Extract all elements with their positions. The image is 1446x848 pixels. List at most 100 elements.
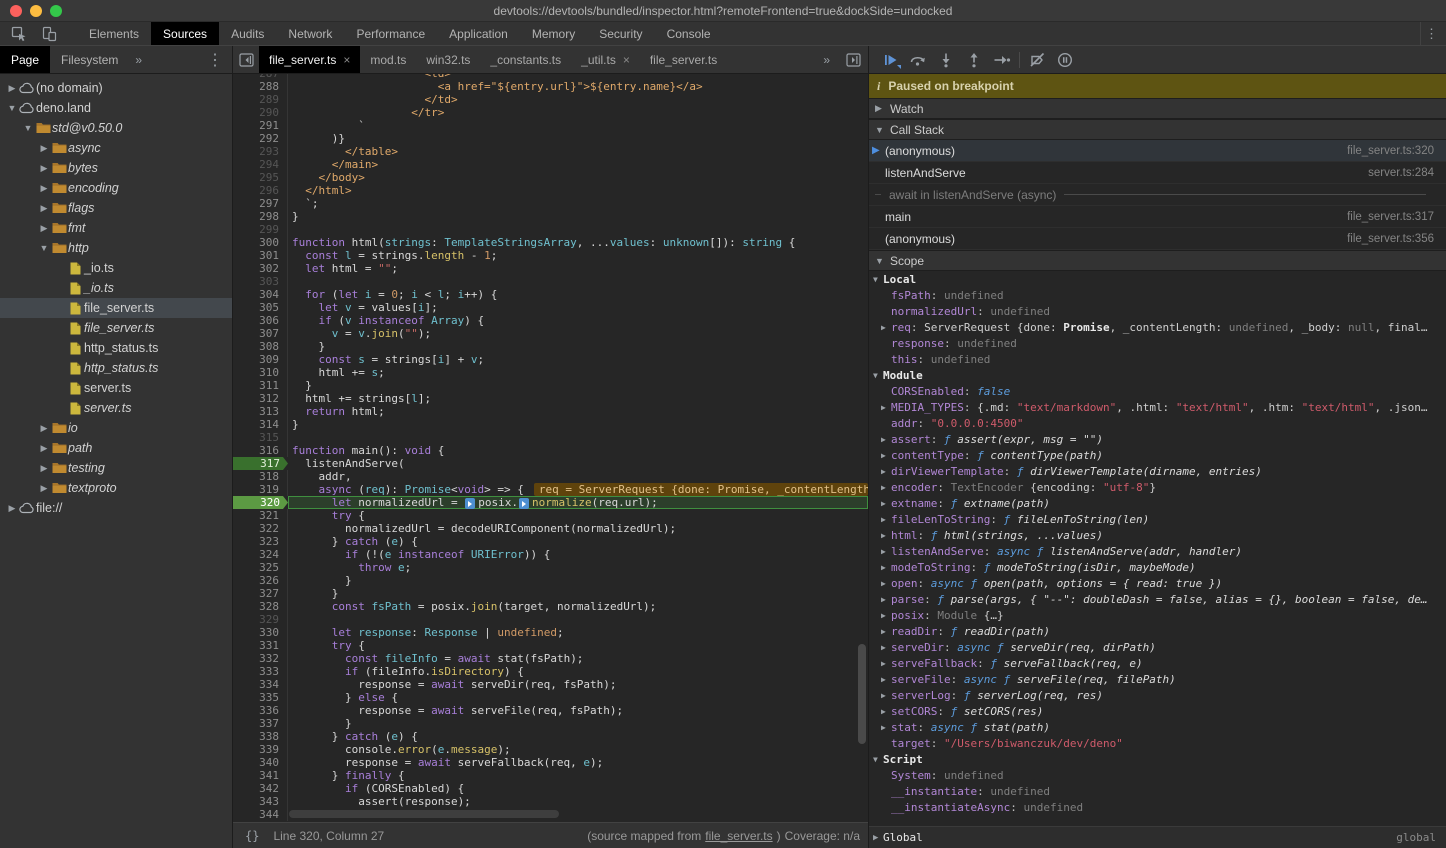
line-number[interactable]: 331	[233, 639, 288, 652]
chevron-right-icon[interactable]: ▶	[881, 483, 891, 492]
chevron-right-icon[interactable]: ▶	[881, 547, 891, 556]
code-line-288[interactable]: 288 <a href="${entry.url}">${entry.name}…	[233, 80, 868, 93]
scope-var-system[interactable]: System: undefined	[869, 767, 1446, 783]
scope-var-contenttype[interactable]: ▶contentType: ƒ contentType(path)	[869, 447, 1446, 463]
tab-network[interactable]: Network	[276, 22, 344, 45]
line-number[interactable]: 288	[233, 80, 288, 93]
kebab-menu-icon[interactable]: ⋮	[1420, 22, 1442, 45]
tree-item--no-domain-[interactable]: ▶(no domain)	[0, 78, 232, 98]
scope-section-script[interactable]: ▼Script	[869, 751, 1446, 767]
editor-horizontal-scrollbar[interactable]	[289, 810, 559, 818]
tree-item-path[interactable]: ▶path	[0, 438, 232, 458]
scope-var-extname[interactable]: ▶extname: ƒ extname(path)	[869, 495, 1446, 511]
code-line-325[interactable]: 325 throw e;	[233, 561, 868, 574]
line-number[interactable]: 337	[233, 717, 288, 730]
chevron-right-icon[interactable]: ▶	[881, 691, 891, 700]
chevron-down-icon[interactable]: ▼	[22, 123, 34, 133]
line-number[interactable]: 338	[233, 730, 288, 743]
line-number[interactable]: 303	[233, 275, 288, 288]
chevron-right-icon[interactable]: ▶	[38, 183, 50, 194]
chevron-right-icon[interactable]: ▶	[881, 467, 891, 476]
chevron-right-icon[interactable]: ▶	[881, 579, 891, 588]
scope-var-servedir[interactable]: ▶serveDir: async ƒ serveDir(req, dirPath…	[869, 639, 1446, 655]
scope-var-target[interactable]: target: "/Users/biwanczuk/dev/deno"	[869, 735, 1446, 751]
code-line-307[interactable]: 307 v = v.join("");	[233, 327, 868, 340]
code-line-308[interactable]: 308 }	[233, 340, 868, 353]
code-line-306[interactable]: 306 if (v instanceof Array) {	[233, 314, 868, 327]
close-icon[interactable]: ×	[343, 53, 350, 67]
scope-var-response[interactable]: response: undefined	[869, 335, 1446, 351]
chevron-right-icon[interactable]: ▶	[38, 443, 50, 454]
code-line-297[interactable]: 297 `;	[233, 197, 868, 210]
source-mapped-link[interactable]: file_server.ts	[705, 829, 772, 843]
breakpoint-marker[interactable]: 317	[233, 457, 288, 470]
line-number[interactable]: 313	[233, 405, 288, 418]
tree-item-file---[interactable]: ▶file://	[0, 498, 232, 518]
tree-item-std-v0-50-0[interactable]: ▼std@v0.50.0	[0, 118, 232, 138]
tab-sources[interactable]: Sources	[151, 22, 219, 45]
chevron-right-icon[interactable]: ▶	[6, 503, 18, 514]
line-number[interactable]: 296	[233, 184, 288, 197]
line-number[interactable]: 329	[233, 613, 288, 626]
tree-item-fmt[interactable]: ▶fmt	[0, 218, 232, 238]
line-number[interactable]: 318	[233, 470, 288, 483]
line-number[interactable]: 307	[233, 327, 288, 340]
code-line-341[interactable]: 341 } finally {	[233, 769, 868, 782]
code-line-333[interactable]: 333 if (fileInfo.isDirectory) {	[233, 665, 868, 678]
scope-var-__instantiate[interactable]: __instantiate: undefined	[869, 783, 1446, 799]
tab-security[interactable]: Security	[587, 22, 654, 45]
scope-var-__instantiateasync[interactable]: __instantiateAsync: undefined	[869, 799, 1446, 815]
editor-tab-_util-ts[interactable]: _util.ts×	[571, 46, 640, 73]
line-number[interactable]: 312	[233, 392, 288, 405]
line-number[interactable]: 292	[233, 132, 288, 145]
call-stack-frame[interactable]: mainfile_server.ts:317	[869, 206, 1446, 228]
pause-on-exceptions-icon[interactable]	[1052, 49, 1078, 71]
tree-item-_io-ts[interactable]: _io.ts	[0, 258, 232, 278]
show-debugger-icon[interactable]	[838, 46, 868, 73]
scope-var-corsenabled[interactable]: CORSEnabled: false	[869, 383, 1446, 399]
code-line-339[interactable]: 339 console.error(e.message);	[233, 743, 868, 756]
line-number[interactable]: 295	[233, 171, 288, 184]
code-line-296[interactable]: 296 </html>	[233, 184, 868, 197]
scope-section-header[interactable]: ▼ Scope	[869, 250, 1446, 271]
step-into-icon[interactable]	[933, 49, 959, 71]
scope-var-dirviewertemplate[interactable]: ▶dirViewerTemplate: ƒ dirViewerTemplate(…	[869, 463, 1446, 479]
deactivate-breakpoints-icon[interactable]	[1024, 49, 1050, 71]
code-line-318[interactable]: 318 addr,	[233, 470, 868, 483]
step-out-icon[interactable]	[961, 49, 987, 71]
chevron-right-icon[interactable]: ▶	[881, 675, 891, 684]
navigator-tab-filesystem[interactable]: Filesystem	[50, 46, 129, 73]
line-number[interactable]: 323	[233, 535, 288, 548]
tree-item-http[interactable]: ▼http	[0, 238, 232, 258]
scope-var-listenandserve[interactable]: ▶listenAndServe: async ƒ listenAndServe(…	[869, 543, 1446, 559]
tree-item-_io-ts[interactable]: _io.ts	[0, 278, 232, 298]
code-line-323[interactable]: 323 } catch (e) {	[233, 535, 868, 548]
chevron-down-icon[interactable]: ▼	[6, 103, 18, 113]
navigator-tab-page[interactable]: Page	[0, 46, 50, 73]
code-line-312[interactable]: 312 html += strings[l];	[233, 392, 868, 405]
tree-item-textproto[interactable]: ▶textproto	[0, 478, 232, 498]
scope-var-this[interactable]: this: undefined	[869, 351, 1446, 367]
code-line-337[interactable]: 337 }	[233, 717, 868, 730]
chevron-right-icon[interactable]: ▶	[38, 163, 50, 174]
scope-section-local[interactable]: ▼Local	[869, 271, 1446, 287]
scope-var-readdir[interactable]: ▶readDir: ƒ readDir(path)	[869, 623, 1446, 639]
chevron-right-icon[interactable]: ▶	[881, 323, 891, 332]
code-line-293[interactable]: 293 </table>	[233, 145, 868, 158]
tab-audits[interactable]: Audits	[219, 22, 276, 45]
code-line-300[interactable]: 300function html(strings: TemplateString…	[233, 236, 868, 249]
scope-var-open[interactable]: ▶open: async ƒ open(path, options = { re…	[869, 575, 1446, 591]
line-number[interactable]: 302	[233, 262, 288, 275]
tree-item-http_status-ts[interactable]: http_status.ts	[0, 338, 232, 358]
close-icon[interactable]: ×	[623, 53, 630, 67]
scope-section-global[interactable]: ▶ Global global	[869, 826, 1446, 848]
inspect-icon[interactable]	[6, 24, 32, 44]
line-number[interactable]: 340	[233, 756, 288, 769]
line-number[interactable]: 289	[233, 93, 288, 106]
line-number[interactable]: 322	[233, 522, 288, 535]
scope-var-modetostring[interactable]: ▶modeToString: ƒ modeToString(isDir, may…	[869, 559, 1446, 575]
code-line-338[interactable]: 338 } catch (e) {	[233, 730, 868, 743]
chevron-right-icon[interactable]: ▶	[881, 563, 891, 572]
code-line-314[interactable]: 314}	[233, 418, 868, 431]
chevron-right-icon[interactable]: ▶	[38, 483, 50, 494]
